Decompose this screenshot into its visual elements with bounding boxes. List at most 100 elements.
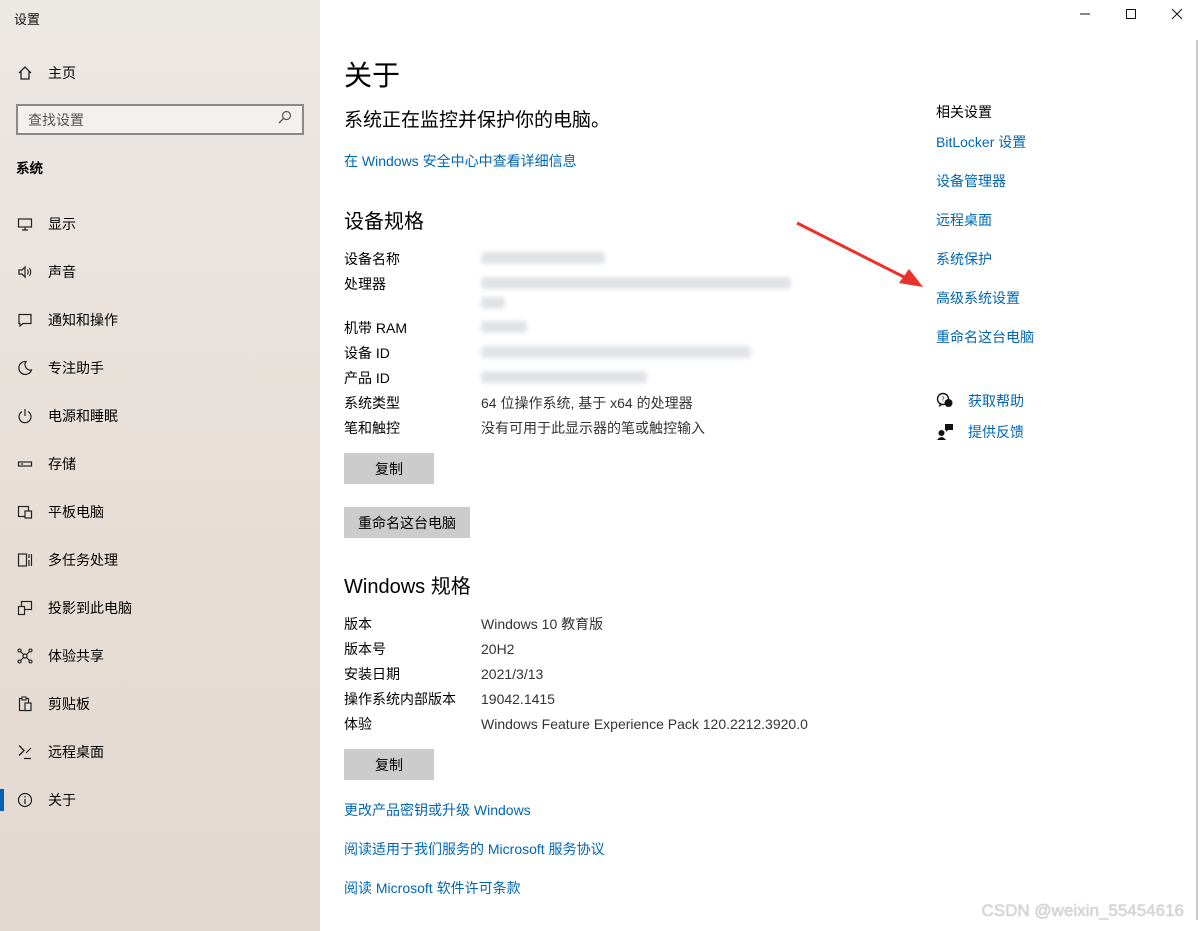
- feedback-icon: [936, 423, 954, 441]
- close-button[interactable]: [1154, 0, 1200, 32]
- close-icon: [1171, 7, 1183, 25]
- copy-device-specs-button[interactable]: 复制: [344, 453, 434, 484]
- sidebar-item-sound[interactable]: 声音: [0, 248, 320, 296]
- sidebar-item-label: 电源和睡眠: [48, 408, 118, 424]
- sidebar-item-clipboard[interactable]: 剪贴板: [0, 680, 320, 728]
- spec-key: 体验: [344, 715, 372, 732]
- spec-row-experience: 体验 Windows Feature Experience Pack 120.2…: [344, 711, 904, 736]
- spec-key: 处理器: [344, 276, 386, 292]
- sidebar-item-display[interactable]: 显示: [0, 200, 320, 248]
- feedback-link[interactable]: 提供反馈: [968, 422, 1024, 442]
- sidebar-item-notifications[interactable]: 通知和操作: [0, 296, 320, 344]
- spec-key: 机带 RAM: [344, 319, 407, 336]
- maximize-button[interactable]: [1108, 0, 1154, 32]
- spec-key: 版本: [344, 615, 372, 632]
- rename-pc-link[interactable]: 重命名这台电脑: [936, 330, 1136, 369]
- sidebar-item-projecting[interactable]: 投影到此电脑: [0, 584, 320, 632]
- spec-value: 2021/3/13: [481, 665, 544, 682]
- minimize-button[interactable]: [1062, 0, 1108, 32]
- sidebar-item-label: 远程桌面: [48, 744, 104, 760]
- app-title: 设置: [14, 12, 41, 27]
- spec-key: 操作系统内部版本: [344, 690, 456, 707]
- rename-pc-button[interactable]: 重命名这台电脑: [344, 507, 470, 538]
- get-help-item[interactable]: ? 获取帮助: [936, 391, 1136, 411]
- spec-row-pen-touch: 笔和触控 没有可用于此显示器的笔或触控输入: [344, 415, 904, 440]
- page-title: 关于: [344, 60, 401, 91]
- home-icon: [16, 64, 34, 82]
- home-label: 主页: [48, 65, 76, 81]
- sidebar-item-shared-experiences[interactable]: 体验共享: [0, 632, 320, 680]
- windows-specs-list: 版本 Windows 10 教育版 版本号 20H2 安装日期 2021/3/1…: [344, 611, 904, 736]
- spec-row-ram: 机带 RAM: [344, 315, 904, 340]
- sidebar-item-multitasking[interactable]: 多任务处理: [0, 536, 320, 584]
- system-protection-link[interactable]: 系统保护: [936, 252, 1136, 291]
- license-terms-link[interactable]: 阅读 Microsoft 软件许可条款: [344, 878, 521, 898]
- spec-value: 20H2: [481, 640, 515, 657]
- multitask-icon: [16, 551, 34, 569]
- get-help-link[interactable]: 获取帮助: [968, 391, 1024, 411]
- sidebar-item-label: 通知和操作: [48, 312, 118, 328]
- advanced-system-settings-link[interactable]: 高级系统设置: [936, 291, 1136, 330]
- device-specs-heading: 设备规格: [344, 211, 424, 233]
- search-icon[interactable]: [278, 110, 292, 129]
- remote-desktop-link[interactable]: 远程桌面: [936, 213, 1136, 252]
- spec-value-redacted: [481, 251, 605, 267]
- spec-key: 设备 ID: [344, 344, 390, 361]
- sidebar-item-about[interactable]: 关于: [0, 776, 320, 824]
- security-center-link[interactable]: 在 Windows 安全中心中查看详细信息: [344, 151, 577, 171]
- sidebar-item-label: 投影到此电脑: [48, 600, 132, 616]
- search-input[interactable]: [28, 111, 258, 128]
- bitlocker-link[interactable]: BitLocker 设置: [936, 135, 1136, 174]
- feedback-item[interactable]: 提供反馈: [936, 422, 1136, 442]
- svg-text:?: ?: [941, 396, 945, 404]
- share-icon: [16, 647, 34, 665]
- search-box[interactable]: [16, 104, 304, 135]
- related-settings-title: 相关设置: [936, 104, 992, 120]
- change-product-key-link[interactable]: 更改产品密钥或升级 Windows: [344, 800, 531, 820]
- spec-value-redacted: [481, 370, 647, 386]
- sidebar-item-focus-assist[interactable]: 专注助手: [0, 344, 320, 392]
- spec-value-redacted: [481, 274, 791, 309]
- sidebar-item-tablet[interactable]: 平板电脑: [0, 488, 320, 536]
- sidebar-item-label: 显示: [48, 216, 76, 232]
- device-manager-link[interactable]: 设备管理器: [936, 174, 1136, 213]
- annotation-arrow: [795, 220, 930, 300]
- spec-row-edition: 版本 Windows 10 教育版: [344, 611, 904, 636]
- watermark: CSDN @weixin_55454616: [981, 901, 1184, 920]
- copy-windows-specs-button[interactable]: 复制: [344, 749, 434, 780]
- sidebar-item-label: 剪贴板: [48, 696, 90, 712]
- spec-key: 系统类型: [344, 394, 400, 411]
- spec-value: 没有可用于此显示器的笔或触控输入: [481, 419, 705, 436]
- sidebar-item-label: 关于: [48, 792, 76, 808]
- sidebar-item-label: 体验共享: [48, 648, 104, 664]
- spec-value: Windows Feature Experience Pack 120.2212…: [481, 715, 808, 732]
- project-icon: [16, 599, 34, 617]
- sidebar-item-power[interactable]: 电源和睡眠: [0, 392, 320, 440]
- info-icon: [16, 791, 34, 809]
- monitor-icon: [16, 215, 34, 233]
- scrollbar[interactable]: [1196, 40, 1198, 920]
- spec-key: 设备名称: [344, 250, 400, 267]
- spec-row-install-date: 安装日期 2021/3/13: [344, 661, 904, 686]
- moon-icon: [16, 359, 34, 377]
- remote-icon: [16, 743, 34, 761]
- spec-row-system-type: 系统类型 64 位操作系统, 基于 x64 的处理器: [344, 390, 904, 415]
- spec-row-os-build: 操作系统内部版本 19042.1415: [344, 686, 904, 711]
- sidebar-item-label: 平板电脑: [48, 504, 104, 520]
- sidebar-item-label: 声音: [48, 264, 76, 280]
- power-icon: [16, 407, 34, 425]
- minimize-icon: [1079, 7, 1091, 25]
- spec-value-redacted: [481, 345, 751, 361]
- section-label: 系统: [16, 161, 43, 176]
- maximize-icon: [1125, 7, 1137, 25]
- spec-value: 19042.1415: [481, 690, 555, 707]
- sidebar-item-label: 存储: [48, 456, 76, 472]
- protection-status: 系统正在监控并保护你的电脑。: [344, 110, 611, 131]
- sidebar: 设置 主页 系统 显示 声音 通知和操作 专注助手: [0, 0, 320, 931]
- sidebar-nav: 显示 声音 通知和操作 专注助手 电源和睡眠 存储 平板电脑 多任务处理 投影到…: [0, 200, 320, 824]
- clipboard-icon: [16, 695, 34, 713]
- home-nav-item[interactable]: 主页: [16, 62, 76, 84]
- sidebar-item-storage[interactable]: 存储: [0, 440, 320, 488]
- sidebar-item-remote-desktop[interactable]: 远程桌面: [0, 728, 320, 776]
- service-agreement-link[interactable]: 阅读适用于我们服务的 Microsoft 服务协议: [344, 839, 605, 859]
